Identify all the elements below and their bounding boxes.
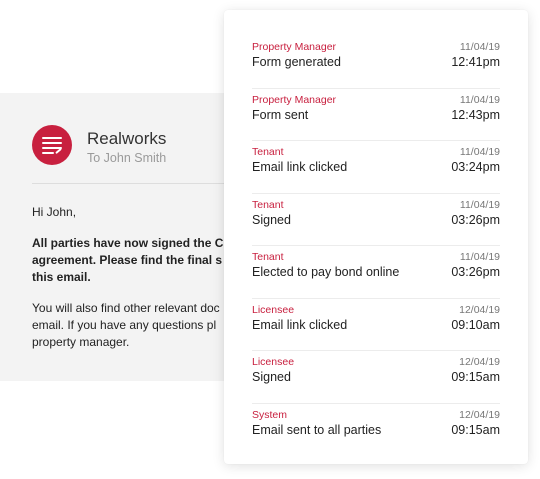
activity-actor: Property Manager	[252, 93, 337, 106]
activity-item: Property Manager 11/04/19 Form generated…	[252, 36, 500, 89]
activity-time: 03:26pm	[451, 265, 500, 279]
activity-actor: Property Manager	[252, 41, 337, 53]
activity-action: Form generated	[252, 55, 341, 69]
activity-action: Email link clicked	[252, 160, 348, 174]
activity-item: Licensee 12/04/19 Signed 09:15am	[252, 351, 500, 404]
activity-item: Tenant 11/04/19 Elected to pay bond onli…	[252, 246, 500, 299]
activity-action: Email sent to all parties	[252, 422, 382, 437]
activity-actor: System	[252, 408, 288, 421]
activity-timeline-card: Property Manager 11/04/19 Form generated…	[224, 10, 528, 464]
activity-date: 11/04/19	[459, 251, 500, 263]
activity-item: System 12/04/19 Email sent to all partie…	[252, 404, 500, 457]
activity-list: Property Manager 11/04/19 Form generated…	[252, 36, 500, 456]
activity-date: 12/04/19	[459, 408, 500, 421]
activity-item: Licensee 12/04/19 Email link clicked 09:…	[252, 299, 500, 351]
activity-date: 11/04/19	[459, 198, 500, 211]
activity-action: Signed	[252, 370, 291, 384]
realworks-logo-icon	[32, 125, 72, 165]
activity-time: 09:15am	[451, 370, 500, 384]
sender-name: Realworks	[87, 129, 167, 148]
activity-date: 12/04/19	[459, 303, 500, 316]
activity-time: 12:41pm	[451, 55, 500, 69]
activity-actor: Tenant	[252, 146, 284, 158]
activity-date: 11/04/19	[459, 93, 500, 106]
activity-item: Property Manager 11/04/19 Form sent 12:4…	[252, 89, 500, 141]
activity-date: 11/04/19	[459, 41, 500, 53]
activity-actor: Licensee	[252, 303, 295, 316]
activity-actor: Tenant	[252, 251, 284, 263]
recipient-line: To John Smith	[87, 151, 167, 165]
activity-action: Form sent	[252, 107, 309, 122]
activity-item: Tenant 11/04/19 Signed 03:26pm	[252, 194, 500, 246]
activity-time: 09:10am	[451, 317, 500, 332]
activity-time: 09:15am	[451, 422, 500, 437]
activity-time: 03:26pm	[451, 212, 500, 227]
activity-actor: Licensee	[252, 356, 295, 368]
activity-date: 12/04/19	[459, 356, 500, 368]
activity-time: 03:24pm	[451, 160, 500, 174]
activity-action: Signed	[252, 212, 291, 227]
activity-action: Elected to pay bond online	[252, 265, 400, 279]
activity-date: 11/04/19	[459, 146, 500, 158]
activity-action: Email link clicked	[252, 317, 348, 332]
activity-item: Tenant 11/04/19 Email link clicked 03:24…	[252, 141, 500, 194]
activity-actor: Tenant	[252, 198, 284, 211]
activity-time: 12:43pm	[451, 107, 500, 122]
